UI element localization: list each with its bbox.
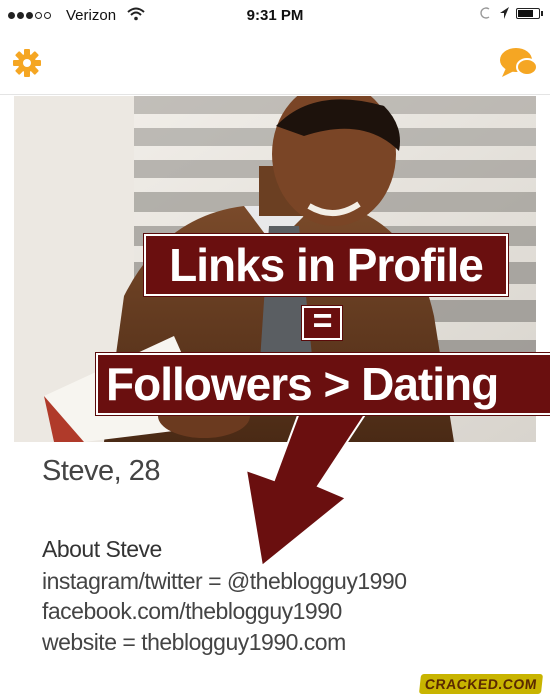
equals-banner: = bbox=[301, 302, 343, 341]
app-header bbox=[0, 32, 550, 95]
battery-icon bbox=[516, 7, 543, 19]
status-bar: Verizon 9:31 PM bbox=[0, 0, 550, 32]
profile-name-age: Steve, 28 bbox=[42, 455, 161, 487]
chat-bubble-icon[interactable] bbox=[498, 46, 538, 80]
links-in-profile-banner: Links in Profile bbox=[143, 233, 509, 297]
about-heading: About Steve bbox=[42, 536, 162, 562]
about-line-facebook: facebook.com/theblogguy1990 bbox=[42, 598, 342, 624]
clock: 9:31 PM bbox=[246, 7, 304, 24]
followers-dating-banner: Followers > Dating bbox=[95, 352, 550, 416]
gear-icon[interactable] bbox=[12, 48, 42, 78]
about-line-website: website = theblogguy1990.com bbox=[42, 629, 346, 655]
about-line-social: instagram/twitter = @theblogguy1990 bbox=[42, 568, 407, 594]
rotation-lock-icon bbox=[480, 7, 490, 19]
location-arrow-icon bbox=[500, 7, 509, 19]
cracked-watermark: CRACKED.COM bbox=[418, 674, 544, 694]
